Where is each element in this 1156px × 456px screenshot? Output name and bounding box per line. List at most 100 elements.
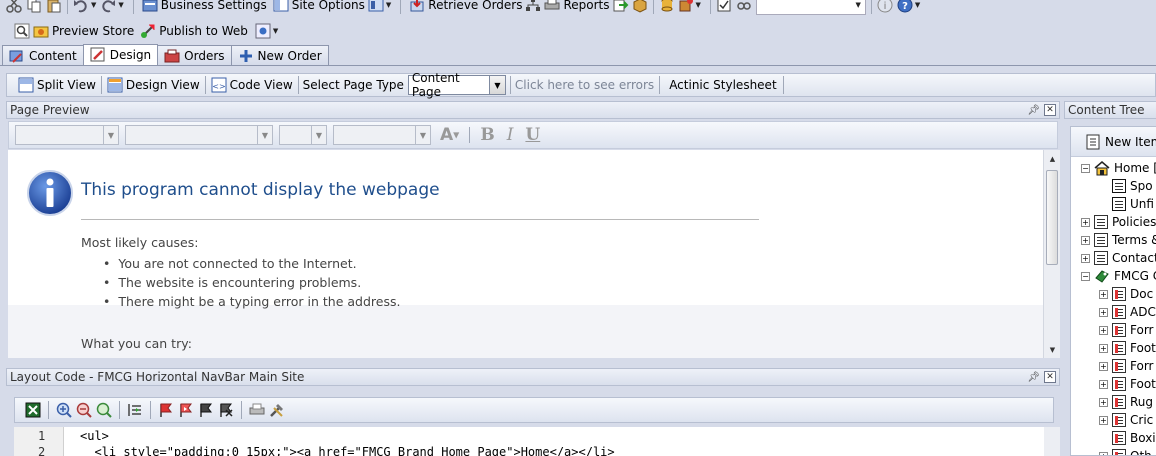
tree-node[interactable]: + ADC [1099,303,1156,321]
flag-red-icon[interactable] [158,402,174,418]
reports-button[interactable]: Reports [541,0,612,15]
scroll-up-icon[interactable]: ▲ [1044,150,1061,167]
zoom-reset-icon[interactable] [96,402,112,418]
close-panel-icon[interactable]: ✕ [1044,371,1056,383]
pin-icon[interactable]: 📌︎ [1027,105,1040,116]
retrieve-orders-button[interactable]: Retrieve Orders [406,0,525,15]
tree-node[interactable]: + Foot [1099,339,1156,357]
info-icon[interactable]: i [877,0,893,13]
database-icon[interactable] [659,0,675,13]
code-scrollbar[interactable] [1044,427,1060,456]
underline-icon[interactable]: U [522,125,543,145]
bold-icon[interactable]: B [477,125,497,145]
plugin-dropdown-icon[interactable]: ▼ [696,1,701,9]
stylesheet-button[interactable]: Actinic Stylesheet [665,78,780,92]
print-icon[interactable] [249,402,265,418]
tree-node[interactable]: − Home [ [1081,159,1156,177]
site-options-button[interactable]: Site Options [270,0,368,15]
zoom-icon[interactable] [14,23,30,39]
search-combo[interactable]: ▼ [755,0,866,15]
tree-node[interactable]: + Forr [1099,357,1153,375]
tree-node[interactable]: + Contact [1081,249,1156,267]
expand-icon[interactable]: + [1099,379,1108,389]
preview-store-button[interactable]: Preview Store [30,21,137,41]
tree-node[interactable]: + Oth [1099,447,1152,455]
tree-node[interactable]: − FMCG C [1081,267,1156,285]
collapse-icon[interactable]: − [1081,163,1090,173]
expand-icon[interactable]: + [1099,307,1108,317]
zoom-in-icon[interactable] [56,402,72,418]
expand-icon[interactable]: + [1099,289,1108,299]
redo-icon[interactable] [100,0,116,13]
tab-design[interactable]: Design [82,44,159,65]
style-dropdown-icon[interactable]: ▼ [103,126,118,144]
pin-icon[interactable]: 📌︎ [1027,372,1040,383]
tab-new-order[interactable]: New Order [230,45,329,65]
publish-options-dropdown-icon[interactable]: ▼ [273,27,278,35]
copy-icon[interactable] [26,0,42,13]
help-dropdown-icon[interactable]: ▼ [915,1,920,9]
tree-node[interactable]: + Rug [1099,393,1153,411]
italic-icon[interactable]: I [504,125,517,145]
tree-node[interactable]: Spo [1099,177,1153,195]
scrollbar-thumb[interactable] [1046,170,1058,265]
color-dropdown-icon[interactable]: ▼ [415,126,430,144]
design-view-button[interactable]: Design View [104,75,203,95]
expand-icon[interactable]: + [1099,415,1108,425]
excel-icon[interactable] [25,402,41,418]
flag-prev-icon[interactable] [198,402,214,418]
layout-dropdown-icon[interactable]: ▼ [386,1,391,9]
help-icon[interactable]: ? [897,0,913,13]
tree-node[interactable]: Unfi [1099,195,1154,213]
size-dropdown-icon[interactable]: ▼ [311,126,326,144]
page-type-select[interactable]: Content Page ▼ [407,71,506,99]
preview-scrollbar[interactable]: ▲ ▼ [1043,150,1060,358]
expand-icon[interactable]: + [1099,451,1108,455]
expand-icon[interactable]: + [1099,397,1108,407]
flag-clear-icon[interactable] [218,402,234,418]
tree-node[interactable]: + Doc [1099,285,1153,303]
expand-icon[interactable]: + [1081,217,1090,227]
paste-icon[interactable] [46,0,62,13]
expand-icon[interactable]: + [1099,325,1108,335]
undo-icon[interactable] [73,0,89,13]
tree-node[interactable]: Boxi [1099,429,1156,447]
plugin-icon[interactable] [678,0,694,13]
search-combo-dropdown-icon[interactable]: ▼ [856,1,861,9]
code-view-button[interactable]: <> Code View [208,75,296,95]
tree-node[interactable]: + Cric [1099,411,1153,429]
business-settings-button[interactable]: Business Settings [139,0,270,15]
expand-icon[interactable]: + [1081,253,1090,263]
org-chart-icon[interactable] [525,0,541,13]
tree-node[interactable]: + Foot [1099,375,1156,393]
tab-content[interactable]: Content [2,45,84,65]
size-select[interactable]: ▼ [279,125,327,145]
color-select[interactable]: ▼ [333,125,431,145]
checkbox-icon[interactable] [716,0,732,13]
page-preview-canvas[interactable]: This program cannot display the webpage … [8,150,1043,358]
font-dropdown-icon[interactable]: ▼ [257,126,272,144]
publish-to-web-button[interactable]: Publish to Web [137,21,251,41]
flag-next-icon[interactable] [178,402,194,418]
scroll-down-icon[interactable]: ▼ [1044,341,1061,358]
tools-icon[interactable] [269,402,285,418]
undo-dropdown-icon[interactable]: ▼ [91,1,96,9]
publish-options-icon[interactable] [255,23,271,39]
code-editor[interactable]: 1 2 <ul> <li style="padding:0 15px;"><a … [14,427,1044,456]
tree-node[interactable]: + Forr [1099,321,1153,339]
layout-icon[interactable] [368,0,384,13]
tree-node[interactable]: + Terms & [1081,231,1156,249]
tab-orders[interactable]: Orders [157,45,232,65]
zoom-out-icon[interactable] [76,402,92,418]
new-item-button[interactable]: New Item [1071,127,1156,157]
cut-icon[interactable] [6,0,22,13]
package-icon[interactable] [632,0,648,13]
split-view-button[interactable]: Split View [15,75,99,95]
find-icon[interactable] [736,0,752,13]
close-panel-icon[interactable]: ✕ [1044,104,1056,116]
redo-dropdown-icon[interactable]: ▼ [118,1,123,9]
font-select[interactable]: ▼ [125,125,273,145]
style-select[interactable]: ▼ [15,125,119,145]
expand-icon[interactable]: + [1099,343,1108,353]
font-color-icon[interactable]: A▼ [437,125,462,145]
